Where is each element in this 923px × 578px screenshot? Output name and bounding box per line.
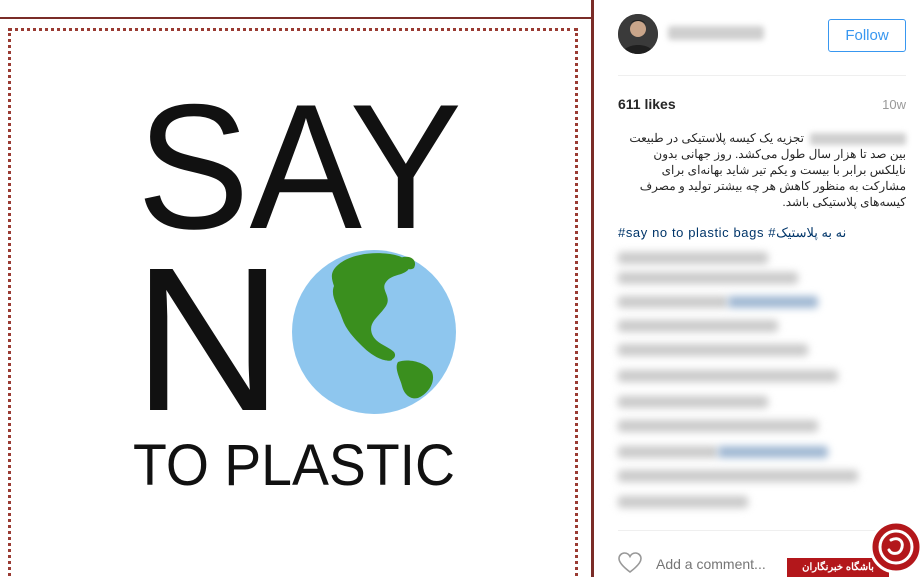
follow-button[interactable]: Follow [828,19,906,52]
caption-username[interactable]: user_hidden [810,132,906,145]
poster-letter-n: N [133,225,283,454]
post-age[interactable]: 10w [882,97,906,112]
earth-globe-icon [292,250,456,414]
comment-line [618,296,728,308]
likes-count[interactable]: 611 likes [618,96,676,112]
comment-line [618,344,808,356]
watermark-logo-icon [869,520,923,574]
comment-line [728,296,818,308]
profile-photo-icon [618,14,658,54]
username-link[interactable]: ahmad1992 [668,26,764,40]
poster-to-plastic: TO PLASTIC [133,433,455,498]
comment-line [618,370,838,382]
comment-line [618,320,778,332]
post-image[interactable]: SAY N TO PLASTIC [0,0,594,577]
comment-line [618,446,718,458]
header-divider [618,75,906,76]
poster-graphic: SAY N TO PLASTIC [133,67,462,498]
comment-line [718,446,828,458]
comment-line [618,420,818,432]
comment-line [618,496,748,508]
comment-line [618,470,858,482]
comment-line [618,252,768,264]
comment-line [618,272,798,284]
news-watermark: باشگاه خبرنگاران [787,520,923,577]
caption-hashtags[interactable]: #say no to plastic bags #نه به پلاستیک [618,225,906,241]
comment-line [618,396,768,408]
avatar[interactable] [618,14,658,54]
caption: user_hiddenتجزیه یک کیسه پلاستیکی در طبی… [618,130,906,210]
post-side-panel: ahmad1992 Follow 611 likes 10w user_hidd… [594,0,923,577]
heart-icon[interactable] [618,552,642,574]
